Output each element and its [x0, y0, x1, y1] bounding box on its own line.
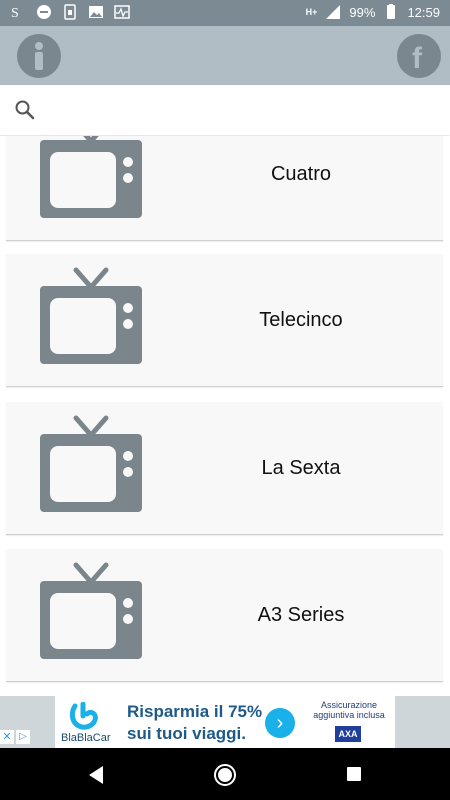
facebook-button[interactable]: f [397, 34, 441, 78]
channel-name: Cuatro [270, 162, 332, 185]
signal-icon [326, 5, 341, 19]
navigation-bar [0, 748, 450, 800]
network-type: H+ [305, 7, 318, 17]
tv-icon [40, 415, 142, 512]
list-item[interactable]: Cuatro [6, 136, 443, 241]
svg-text:f: f [412, 42, 423, 75]
ad-side-brand: AXA [335, 726, 361, 742]
image-icon [89, 6, 103, 18]
facebook-icon: f [412, 42, 423, 75]
ad-close-icon[interactable]: ✕ [0, 730, 14, 744]
ad-side-text: Assicurazione aggiuntiva inclusa [307, 700, 391, 720]
info-button[interactable] [17, 34, 61, 78]
status-right: H+ 99% 12:59 [306, 4, 440, 20]
ad-side-line2: aggiuntiva inclusa [313, 710, 385, 720]
channel-name: A3 Series [257, 603, 345, 626]
search-bar [0, 85, 450, 135]
recents-icon[interactable] [346, 766, 362, 782]
ad-content[interactable]: BlaBlaCar Risparmia il 75% sui tuoi viag… [55, 696, 395, 748]
svg-text:S: S [11, 6, 19, 20]
channel-name: La Sexta [261, 456, 341, 479]
battery-percent: 99% [349, 4, 376, 20]
tv-icon [40, 267, 142, 364]
ad-brand: BlaBlaCar [61, 732, 111, 744]
app-notification-icon: S [11, 6, 19, 20]
info-icon [35, 42, 43, 70]
clock: 12:59 [407, 4, 440, 20]
ad-arrow-button[interactable]: › [265, 708, 295, 738]
ad-choices-icon[interactable]: ▷ [16, 730, 30, 744]
do-not-disturb-icon [37, 5, 51, 19]
channel-name: Telecinco [259, 308, 343, 331]
channel-list[interactable]: Cuatro Telecinco La Sexta A3 Series [0, 136, 450, 696]
battery-icon [387, 4, 396, 19]
tv-icon [40, 562, 142, 659]
search-input[interactable] [46, 95, 440, 127]
status-left: S [10, 4, 130, 20]
sim-icon [64, 4, 76, 20]
list-item[interactable]: La Sexta [6, 402, 443, 535]
ad-banner[interactable]: ✕ ▷ BlaBlaCar Risparmia il 75% sui tuoi … [0, 696, 450, 748]
ad-side-line1: Assicurazione [320, 700, 378, 710]
app-bar: f [0, 26, 450, 85]
activity-icon [114, 5, 130, 19]
status-bar: S H+ 99% 12:59 [0, 0, 450, 26]
ad-choices[interactable]: ✕ ▷ [0, 730, 30, 744]
list-item[interactable]: A3 Series [6, 549, 443, 682]
search-icon [15, 100, 35, 120]
home-icon[interactable] [213, 763, 237, 787]
ad-headline-line2: sui tuoi viaggi. [127, 724, 247, 743]
blablacar-logo-icon [69, 702, 98, 730]
back-icon[interactable] [85, 764, 107, 786]
tv-icon [40, 136, 142, 218]
ad-headline-line1: Risparmia il 75% [127, 702, 263, 721]
list-item[interactable]: Telecinco [6, 254, 443, 387]
